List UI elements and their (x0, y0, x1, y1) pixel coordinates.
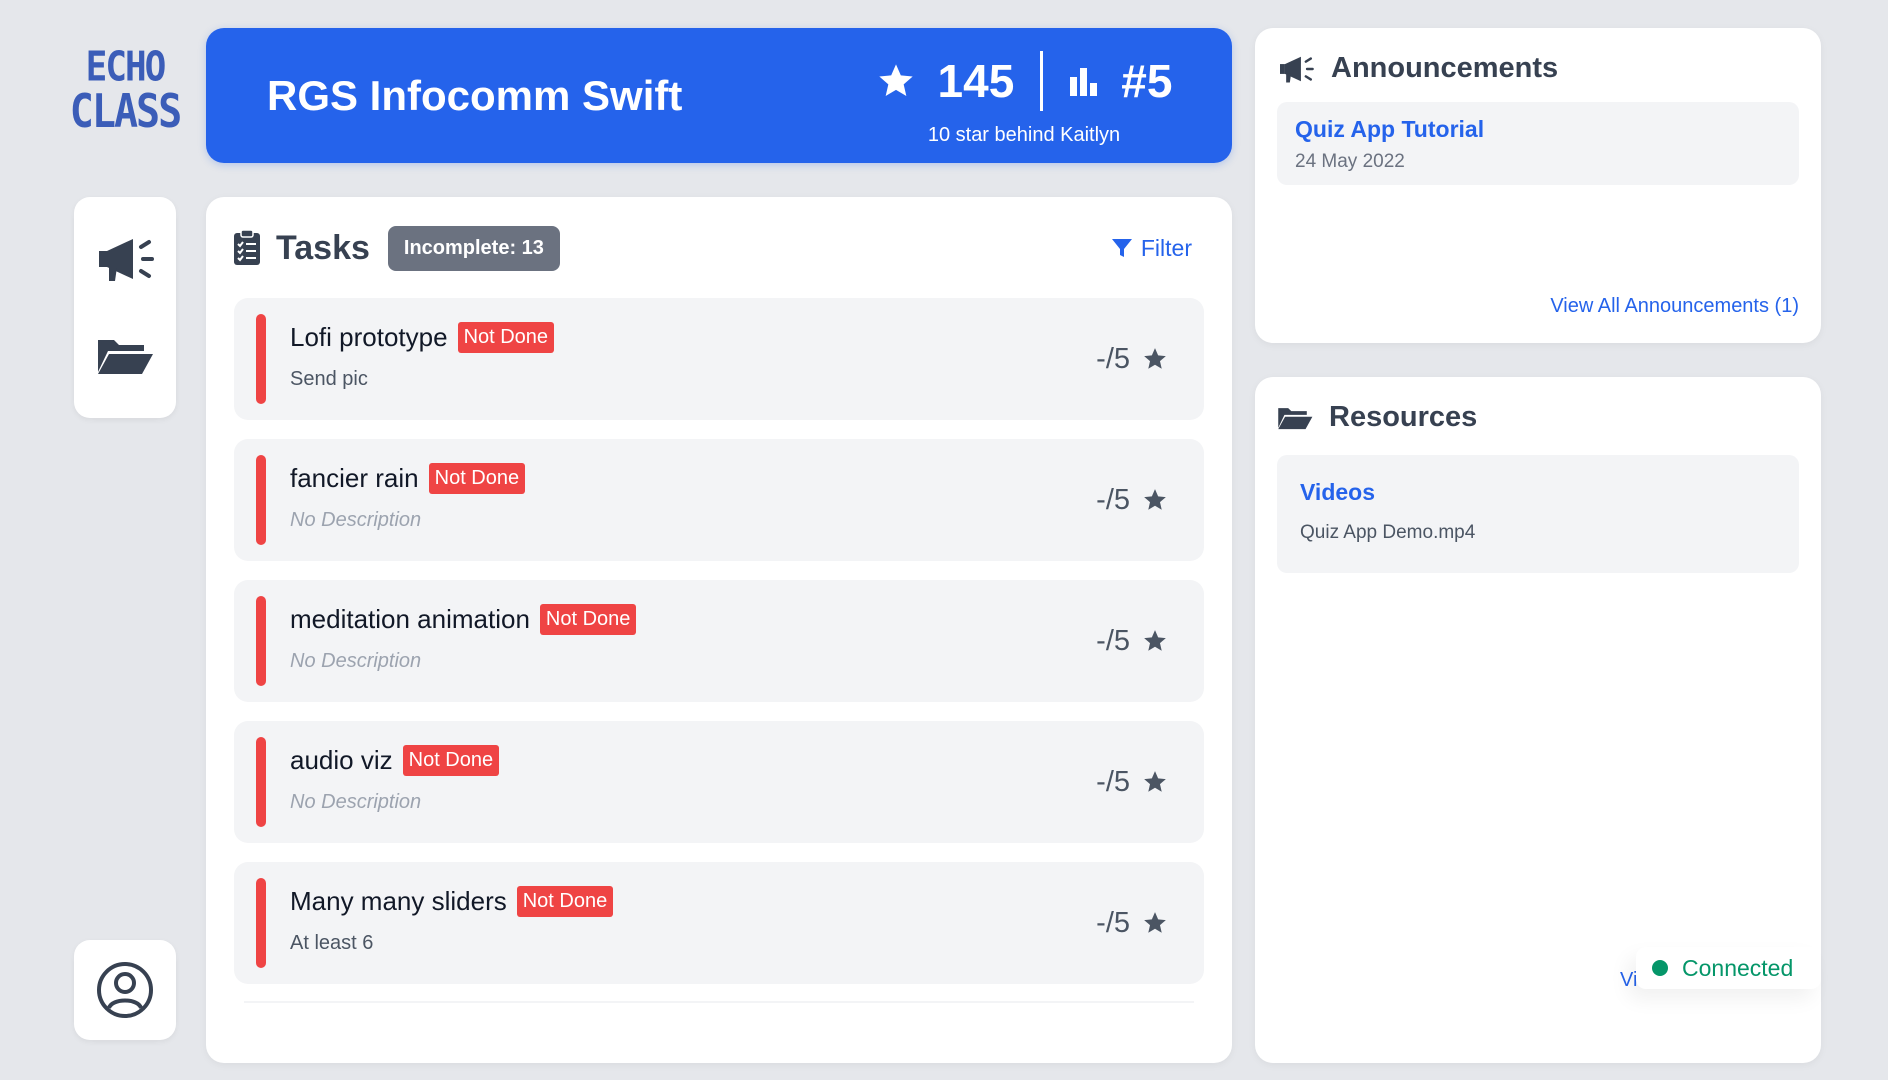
tasks-panel: Tasks Incomplete: 13 Filter Lofi prototy… (206, 197, 1232, 1063)
task-score: -/5 (1096, 298, 1168, 420)
nav-announcements-button[interactable] (93, 227, 157, 291)
task-score-value: -/5 (1096, 906, 1130, 939)
task-name: fancier rain (290, 463, 419, 493)
star-count-value: 145 (937, 55, 1015, 107)
filter-button[interactable]: Filter (1111, 235, 1192, 262)
filter-icon (1111, 239, 1132, 257)
list-divider (244, 1001, 1194, 1003)
megaphone-icon (1280, 56, 1314, 83)
task-score: -/5 (1096, 439, 1168, 561)
resource-folder-title: Videos (1300, 479, 1375, 505)
folder-open-icon (1278, 407, 1313, 429)
status-stripe (256, 455, 266, 545)
status-dot (1652, 960, 1668, 976)
status-stripe (256, 737, 266, 827)
task-score-value: -/5 (1096, 765, 1130, 798)
side-nav (74, 197, 176, 418)
task-description: At least 6 (290, 932, 374, 954)
rank-value: #5 (1121, 55, 1173, 107)
task-score-value: -/5 (1096, 624, 1130, 657)
announcements-title: Announcements (1331, 52, 1559, 84)
announcements-panel: Announcements Quiz App Tutorial 24 May 2… (1255, 28, 1821, 343)
incomplete-count-badge: Incomplete: 13 (387, 225, 560, 271)
star-icon (1144, 348, 1166, 369)
task-score: -/5 (1096, 721, 1168, 843)
view-all-resources-link[interactable]: Vi (1620, 969, 1637, 992)
star-icon (1144, 630, 1166, 651)
status-badge: Not Done (428, 463, 526, 494)
view-all-announcements-link[interactable]: View All Announcements (1) (1550, 295, 1799, 318)
task-description: No Description (290, 650, 422, 672)
status-badge: Not Done (539, 604, 637, 635)
announcements-header: Announcements (1277, 52, 1558, 85)
task-card[interactable]: Lofi prototype Not Done Send pic -/5 (234, 298, 1204, 420)
task-score: -/5 (1096, 580, 1168, 702)
star-count: 145 (876, 54, 1015, 108)
stat-divider (1040, 51, 1044, 111)
task-score-value: -/5 (1096, 342, 1130, 375)
logo-line-1: ECHO (85, 43, 167, 91)
task-card[interactable]: fancier rain Not Done No Description -/5 (234, 439, 1204, 561)
status-badge: Not Done (457, 322, 555, 353)
task-card[interactable]: meditation animation Not Done No Descrip… (234, 580, 1204, 702)
resource-file-name: Quiz App Demo.mp4 (1300, 522, 1476, 543)
profile-button[interactable] (74, 940, 176, 1040)
status-badge: Not Done (516, 886, 614, 917)
task-score: -/5 (1096, 862, 1168, 984)
filter-label: Filter (1140, 234, 1192, 261)
bar-chart-icon (1070, 68, 1098, 96)
task-name: meditation animation (290, 604, 530, 634)
task-card[interactable]: audio viz Not Done No Description -/5 (234, 721, 1204, 843)
status-stripe (256, 878, 266, 968)
task-card[interactable]: Many many sliders Not Done At least 6 -/… (234, 862, 1204, 984)
rank: #5 (1069, 54, 1172, 108)
task-description: No Description (290, 509, 422, 531)
clipboard-list-icon (234, 229, 260, 265)
star-icon (1144, 771, 1166, 792)
task-description: No Description (290, 791, 422, 813)
status-stripe (256, 596, 266, 686)
connection-status: Connected (1636, 947, 1821, 989)
resources-header: Resources (1277, 401, 1477, 434)
star-icon (1144, 912, 1166, 933)
announcement-title: Quiz App Tutorial (1295, 116, 1485, 142)
star-icon (878, 64, 913, 96)
rank-note: 10 star behind Kaitlyn (927, 124, 1121, 146)
tasks-header: Tasks Incomplete: 13 Filter (232, 225, 1192, 271)
announcement-item[interactable]: Quiz App Tutorial 24 May 2022 (1277, 102, 1799, 185)
task-description: Send pic (290, 368, 368, 390)
task-score-value: -/5 (1096, 483, 1130, 516)
star-icon (1144, 489, 1166, 510)
nav-resources-button[interactable] (93, 324, 157, 388)
logo-line-2: CLASS (69, 85, 182, 139)
task-name: audio viz (290, 745, 393, 775)
folder-open-icon (98, 339, 153, 374)
user-circle-icon (97, 962, 153, 1018)
task-name: Many many sliders (290, 886, 507, 916)
class-header: RGS Infocomm Swift 145 #5 10 star behind… (206, 28, 1232, 163)
resource-item[interactable]: Videos Quiz App Demo.mp4 (1277, 455, 1799, 573)
task-name: Lofi prototype (290, 322, 448, 352)
megaphone-icon (99, 239, 154, 282)
connection-label: Connected (1682, 954, 1794, 981)
resources-title: Resources (1329, 401, 1478, 433)
tasks-title: Tasks (276, 228, 370, 267)
status-stripe (256, 314, 266, 404)
status-badge: Not Done (402, 745, 500, 776)
echo-class-logo: ECHO CLASS (69, 43, 182, 139)
class-stats: 145 #5 10 star behind Kaitlyn (854, 48, 1194, 148)
announcement-date: 24 May 2022 (1295, 151, 1405, 172)
class-name: RGS Infocomm Swift (267, 71, 683, 119)
